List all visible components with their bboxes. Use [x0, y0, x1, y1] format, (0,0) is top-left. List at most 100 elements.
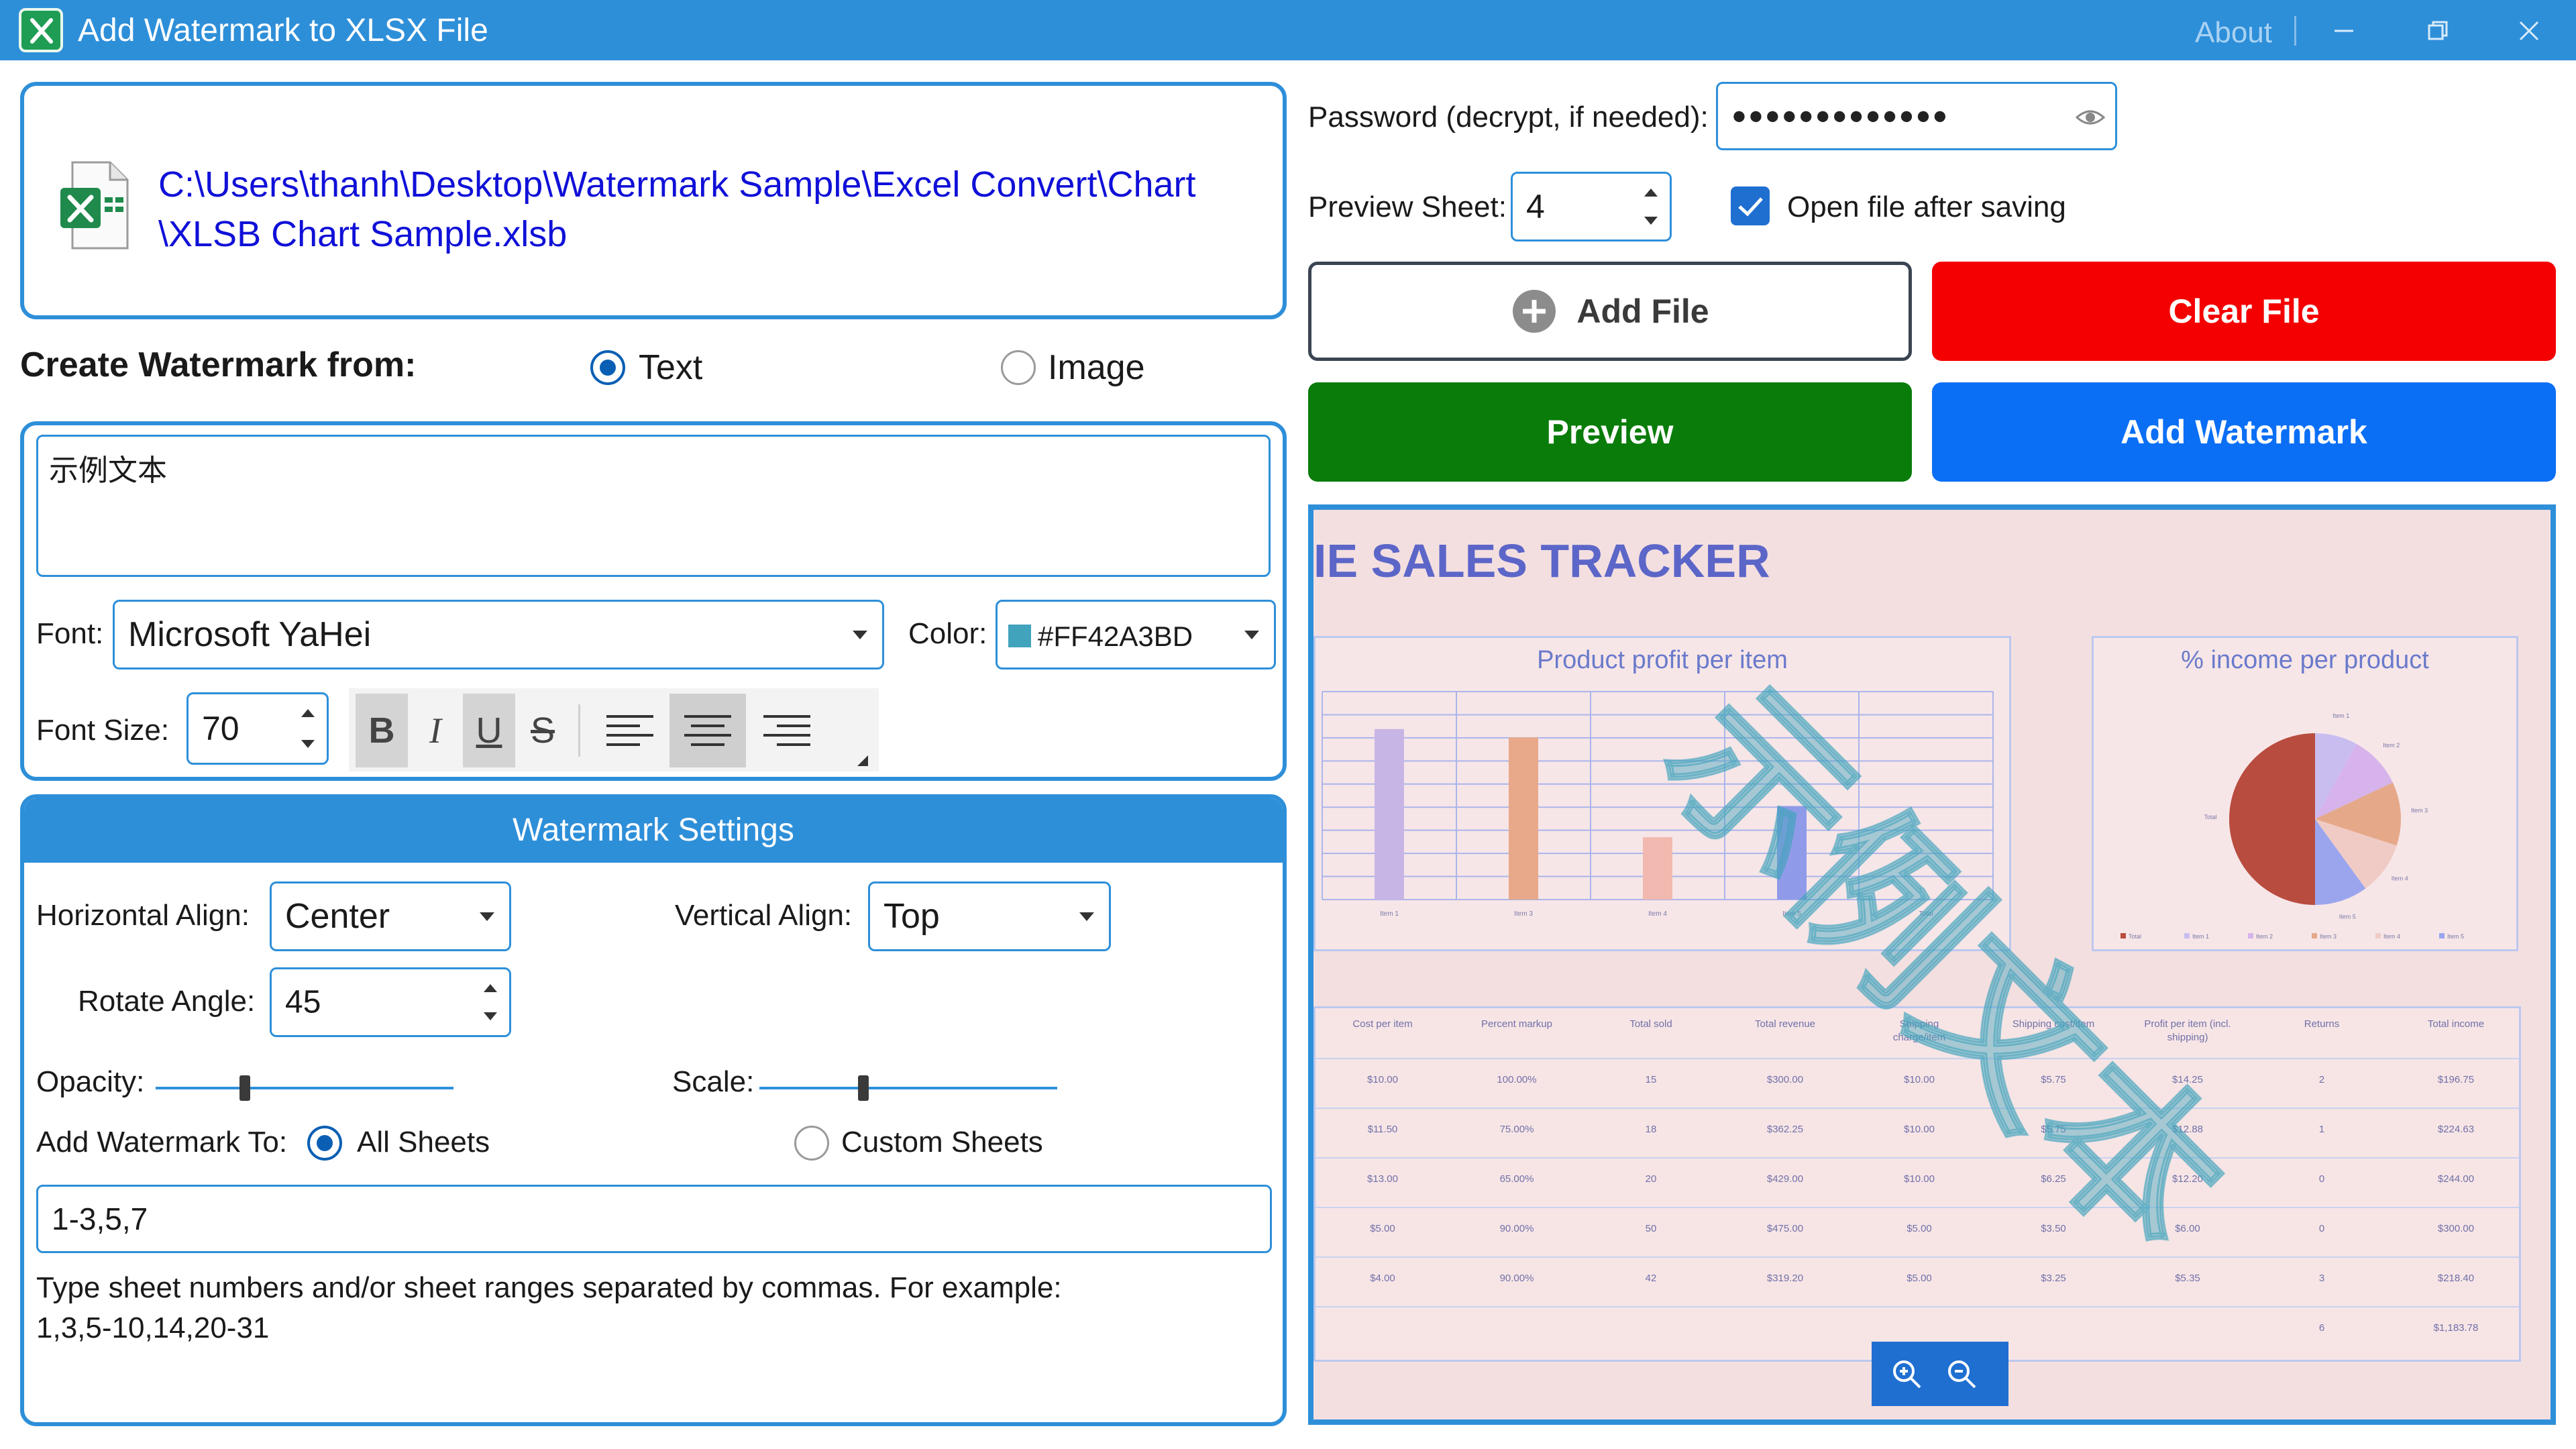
open-after-checkbox[interactable]	[1731, 186, 1770, 225]
spin-down-icon[interactable]	[1644, 217, 1658, 225]
align-left-icon[interactable]	[593, 694, 667, 767]
color-label: Color:	[908, 617, 987, 650]
watermark-text-input[interactable]: 示例文本	[36, 435, 1271, 577]
table-cell: 6	[2318, 1322, 2325, 1334]
h-align-value: Center	[285, 897, 390, 936]
zoom-controls	[1872, 1342, 2008, 1406]
all-sheets-radio[interactable]	[307, 1126, 342, 1161]
table-cell: $5.75	[2041, 1124, 2066, 1135]
sheets-hint-line-2: 1,3,5-10,14,20-31	[36, 1311, 270, 1344]
restore-button[interactable]	[2411, 11, 2465, 51]
underline-button[interactable]: U	[463, 694, 515, 767]
pie-slice-label: Item 4	[2392, 875, 2408, 882]
scale-slider-track[interactable]	[759, 1087, 1057, 1089]
chevron-down-icon	[480, 912, 494, 921]
spin-up-icon[interactable]	[1644, 189, 1658, 197]
table-cell: $3.25	[2041, 1273, 2066, 1284]
table-cell: 90.00%	[1499, 1223, 1534, 1234]
close-button[interactable]	[2502, 11, 2556, 51]
h-align-select[interactable]: Center	[270, 881, 511, 951]
table-cell: $429.00	[1766, 1173, 1804, 1185]
bold-button[interactable]: B	[356, 694, 408, 767]
pie-legend-label: Total	[2129, 933, 2141, 940]
italic-button[interactable]: I	[409, 694, 462, 767]
table-cell: $5.00	[1370, 1223, 1395, 1234]
custom-sheets-radio[interactable]	[794, 1126, 829, 1161]
file-path-line-2: \XLSB Chart Sample.xlsb	[158, 214, 568, 254]
table-cell: $10.00	[1904, 1173, 1935, 1185]
text-radio[interactable]	[590, 350, 625, 385]
table-cell: $5.00	[1907, 1223, 1932, 1234]
preview-sheet-label: Preview Sheet:	[1308, 191, 1507, 223]
bar	[1777, 806, 1807, 900]
chevron-down-icon	[1079, 912, 1094, 921]
sheets-input[interactable]: 1-3,5,7	[36, 1185, 1272, 1253]
preview-button[interactable]: Preview	[1308, 382, 1912, 482]
scale-slider-thumb[interactable]	[858, 1075, 869, 1101]
zoom-out-icon[interactable]	[1945, 1358, 1979, 1395]
align-center-icon[interactable]	[669, 694, 746, 767]
pie-chart: Total Item 1 Item 2 Item 3 Item 4 Item 5 Total…	[2121, 712, 2464, 940]
pie-legend-label: Item 5	[2447, 933, 2464, 940]
font-size-label: Font Size:	[36, 714, 170, 747]
minimize-button[interactable]	[2317, 11, 2371, 51]
table-cell: 2	[2318, 1074, 2325, 1085]
preview-sheet-stepper[interactable]: 4	[1511, 172, 1672, 241]
password-input[interactable]: ●●●●●●●●●●●●●	[1716, 82, 2117, 150]
table-header-cell: Shipping cost/item	[2012, 1018, 2095, 1030]
bar-category-label: Total	[1919, 910, 1933, 918]
table-header-cell: Total revenue	[1754, 1018, 1816, 1030]
v-align-select[interactable]: Top	[868, 881, 1111, 951]
spin-up-icon[interactable]	[301, 709, 315, 717]
font-size-stepper[interactable]: 70	[186, 692, 329, 765]
bar	[1643, 837, 1672, 900]
table-cell: $10.00	[1367, 1074, 1398, 1085]
strikethrough-button[interactable]: S	[517, 694, 569, 767]
pie-legend-swatch	[2184, 933, 2190, 938]
table-cell: 0	[2318, 1173, 2325, 1185]
add-file-button[interactable]: Add File	[1308, 262, 1912, 361]
settings-header: Watermark Settings	[24, 798, 1283, 863]
zoom-in-icon[interactable]	[1890, 1358, 1924, 1395]
table-cell: 42	[1645, 1273, 1657, 1284]
eye-icon[interactable]	[2075, 105, 2106, 133]
title-bar: Add Watermark to XLSX File About	[0, 0, 2576, 60]
table-header-cell: Profit per item (incl. shipping)	[2144, 1018, 2231, 1043]
sheets-hint: Type sheet numbers and/or sheet ranges s…	[36, 1268, 1062, 1348]
add-circle-icon	[1513, 290, 1556, 333]
align-right-icon[interactable]	[750, 694, 824, 767]
file-drop-area[interactable]: C:\Users\thanh\Desktop\Watermark Sample\…	[20, 82, 1287, 319]
v-align-label: Vertical Align:	[675, 899, 853, 932]
image-radio[interactable]	[1001, 350, 1036, 385]
file-path: C:\Users\thanh\Desktop\Watermark Sample\…	[158, 160, 1196, 259]
text-options-panel: 示例文本 Font: Microsoft YaHei Color: #FF42A…	[20, 421, 1287, 781]
text-radio-label: Text	[639, 348, 703, 387]
table-cell: $319.20	[1766, 1273, 1804, 1284]
spin-up-icon[interactable]	[484, 984, 497, 992]
clear-file-button[interactable]: Clear File	[1932, 262, 2556, 361]
sheet-preview[interactable]: IE SALES TRACKER Product profit per item…	[1308, 504, 2556, 1425]
pie-slice	[2229, 733, 2315, 905]
pie-slice-label: Item 5	[2339, 913, 2356, 920]
opacity-slider-thumb[interactable]	[239, 1075, 251, 1101]
spin-down-icon[interactable]	[301, 740, 315, 748]
color-swatch	[1008, 625, 1031, 647]
pie-legend-swatch	[2248, 933, 2253, 938]
bar	[1375, 729, 1404, 900]
spin-down-icon[interactable]	[484, 1012, 497, 1020]
rotate-stepper[interactable]: 45	[270, 967, 511, 1037]
create-from-label: Create Watermark from:	[20, 345, 417, 384]
font-select[interactable]: Microsoft YaHei	[113, 600, 884, 669]
table-cell: $362.25	[1766, 1124, 1804, 1135]
table-cell: $10.00	[1904, 1124, 1935, 1135]
toolbar-divider	[578, 704, 580, 757]
add-watermark-button[interactable]: Add Watermark	[1932, 382, 2556, 482]
about-link[interactable]: About	[2195, 16, 2272, 50]
color-picker[interactable]: #FF42A3BD	[996, 600, 1276, 669]
table-header-cell: Cost per item	[1352, 1018, 1413, 1030]
bar-chart: Item 1 Item 3 Item 4 Item 5 Total	[1322, 691, 1994, 918]
table-cell: 65.00%	[1499, 1173, 1534, 1185]
opacity-slider-track[interactable]	[156, 1087, 453, 1089]
rotate-label: Rotate Angle:	[78, 985, 256, 1018]
table-cell: $12.88	[2172, 1124, 2203, 1135]
